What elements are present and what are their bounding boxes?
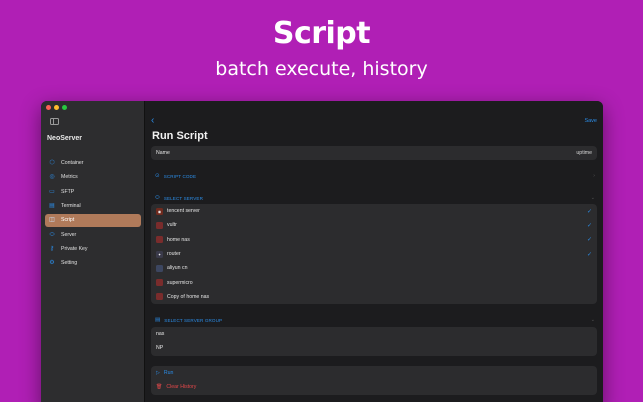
server-icon: ⬭ [155,194,160,201]
name-field-label: Name [156,150,170,157]
sidebar-item-metrics[interactable]: ◎ Metrics [45,170,141,184]
vultr-icon [156,221,163,229]
group-name: NP [156,345,164,352]
aliyun-icon [156,264,163,272]
server-name: Copy of home nas [167,293,210,300]
script-icon: ◫ [49,217,55,224]
server-name: home nas [167,236,190,243]
sidebar-item-private-key[interactable]: ⚷ Private Key [45,242,141,256]
sidebar-item-label: Private Key [61,246,88,253]
sidebar-item-setting[interactable]: ⚙ Setting [45,257,141,271]
checkmark-icon: ✓ [586,251,592,258]
name-field-card: Name uptime [151,146,597,161]
clear-history-label: Clear History [166,384,197,391]
group-name: nas [156,331,165,338]
server-name: supermicro [167,279,193,286]
sidebar-nav: ⬡ Container ◎ Metrics ▭ SFTP ▤ Terminal … [45,156,141,271]
run-button[interactable]: ▷ Run [151,366,597,380]
server-row[interactable]: vultr ✓ [151,218,597,232]
window-controls [46,105,67,110]
page-title: Run Script [152,130,208,142]
select-group-header-label: SELECT SERVER GROUP [164,317,223,323]
server-row[interactable]: home nas ✓ [151,233,597,247]
group-list: nas NP [151,327,597,356]
server-row[interactable]: aliyun cn [151,261,597,275]
close-window-button[interactable] [46,105,51,110]
name-field[interactable]: Name uptime [151,146,597,160]
main-content: ‹ Save Run Script Name uptime ⊙ SCRIPT C… [145,101,603,402]
server-name: vultr [167,222,177,229]
save-button[interactable]: Save [584,118,597,124]
server-name: aliyun cn [167,265,188,272]
sidebar: NeoServer ⬡ Container ◎ Metrics ▭ SFTP ▤… [41,101,145,402]
sidebar-item-label: Terminal [61,202,81,209]
gear-icon: ⚙ [49,260,55,267]
server-row[interactable]: ✦ router ✓ [151,247,597,261]
server-icon: ⬭ [49,231,55,238]
chevron-right-icon: › [593,173,595,179]
server-row[interactable]: supermicro [151,275,597,289]
group-row[interactable]: NP [151,341,597,355]
sidebar-item-script[interactable]: ◫ Script [45,213,141,228]
terminal-icon: ▤ [49,202,55,209]
sidebar-item-label: Container [61,159,84,166]
group-row[interactable]: nas [151,327,597,341]
chevron-down-icon: ⌄ [590,317,595,323]
name-field-value[interactable]: uptime [576,150,592,156]
checkmark-icon: ✓ [586,237,592,244]
run-label: Run [163,370,174,377]
chevron-down-icon: ⌄ [590,195,595,201]
hero-title: Script [272,16,371,51]
script-code-header[interactable]: ⊙ SCRIPT CODE › [155,171,595,181]
actions-card: ▷ Run 🗑 Clear History [151,366,597,395]
sidebar-item-sftp[interactable]: ▭ SFTP [45,185,141,199]
checkmark-icon: ✓ [586,208,592,215]
nas-icon [156,236,163,244]
zoom-window-button[interactable] [62,105,67,110]
minimize-window-button[interactable] [54,105,59,110]
server-name: router [167,251,181,258]
group-icon: ▤ [155,317,161,323]
container-icon: ⬡ [49,159,55,166]
server-name: tencent server [167,208,200,215]
chevron-left-icon[interactable]: ‹ [151,116,154,126]
clear-history-button[interactable]: 🗑 Clear History [151,380,597,394]
server-row[interactable]: Copy of home nas [151,290,597,304]
metrics-icon: ◎ [49,174,55,181]
sidebar-item-label: SFTP [61,188,75,195]
folder-icon: ▭ [49,188,55,195]
select-server-header: ⬭ SELECT SERVER ⌄ [155,193,595,203]
select-group-header: ▤ SELECT SERVER GROUP ⌄ [155,315,595,325]
router-icon: ✦ [156,250,163,258]
hero-subtitle: batch execute, history [215,58,428,80]
sidebar-item-server[interactable]: ⬭ Server [45,228,141,242]
sidebar-toggle-icon[interactable] [50,118,59,125]
sidebar-item-terminal[interactable]: ▤ Terminal [45,199,141,213]
app-name: NeoServer [47,135,83,142]
server-list: ◉ tencent server ✓ vultr ✓ home nas ✓ ✦ … [151,204,597,305]
sidebar-item-label: Server [61,231,77,238]
nas-icon [156,293,163,301]
code-icon: ⊙ [155,173,160,179]
sidebar-item-label: Metrics [61,174,78,181]
sidebar-item-label: Setting [61,260,78,267]
trash-icon: 🗑 [156,384,163,391]
server-row[interactable]: ◉ tencent server ✓ [151,204,597,218]
sidebar-item-container[interactable]: ⬡ Container [45,156,141,170]
checkmark-icon: ✓ [586,222,592,229]
key-icon: ⚷ [49,246,55,253]
tencent-icon: ◉ [156,207,163,215]
sidebar-item-label: Script [61,217,75,224]
play-icon: ▷ [156,370,160,377]
select-server-header-label: SELECT SERVER [163,195,203,201]
script-code-header-label: SCRIPT CODE [163,173,197,179]
supermicro-icon [156,279,163,287]
app-window: NeoServer ⬡ Container ◎ Metrics ▭ SFTP ▤… [41,101,603,402]
